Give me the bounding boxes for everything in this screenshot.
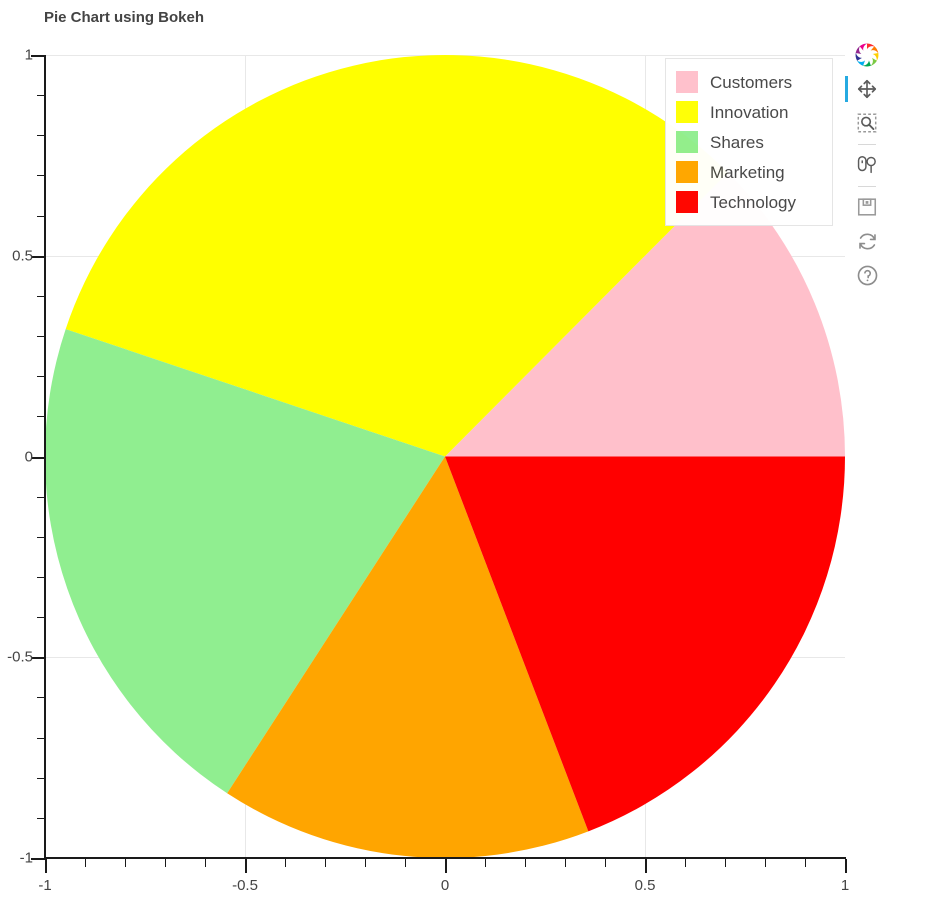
x-axis-minor-tick xyxy=(685,859,686,867)
legend-item[interactable]: Shares xyxy=(676,127,822,157)
x-axis-tick-label: -1 xyxy=(38,877,52,894)
x-axis-minor-tick xyxy=(725,859,726,867)
pan-tool-button[interactable] xyxy=(845,74,882,104)
x-axis-minor-tick xyxy=(765,859,766,867)
x-axis-minor-tick xyxy=(125,859,126,867)
x-axis-minor-tick xyxy=(605,859,606,867)
x-axis-tick-label: 0 xyxy=(440,877,450,894)
y-axis-minor-tick xyxy=(37,295,45,297)
x-axis-minor-tick xyxy=(165,859,166,867)
wheel-zoom-icon xyxy=(857,156,876,174)
legend-item-label: Innovation xyxy=(710,102,789,122)
y-axis-tick-label: -0.5 xyxy=(7,648,33,666)
page-title: Pie Chart using Bokeh xyxy=(44,9,205,26)
x-axis-minor-tick xyxy=(85,859,86,867)
x-axis-tick-label: 0.5 xyxy=(634,877,656,894)
y-axis-minor-tick xyxy=(37,496,45,498)
y-axis-major-tick xyxy=(31,858,45,860)
toolbar-divider xyxy=(858,186,876,187)
y-axis-minor-tick xyxy=(37,175,45,177)
y-axis-minor-tick xyxy=(37,135,45,137)
y-axis-tick-label: 0 xyxy=(24,448,33,465)
legend[interactable]: Customers Innovation Shares Marketing Techno… xyxy=(665,58,833,226)
x-axis-minor-tick xyxy=(805,859,806,867)
x-axis-major-tick xyxy=(845,859,847,873)
box-zoom-tool-button[interactable] xyxy=(852,108,882,138)
bokeh-logo-icon[interactable] xyxy=(854,42,880,68)
legend-swatch xyxy=(676,191,698,213)
y-axis-minor-tick xyxy=(37,376,45,378)
x-axis-major-tick xyxy=(645,859,647,873)
legend-item[interactable]: Technology xyxy=(676,187,822,217)
save-tool-button[interactable] xyxy=(852,192,882,222)
reset-icon xyxy=(858,233,876,249)
legend-swatch xyxy=(676,101,698,123)
help-tool-button[interactable] xyxy=(852,260,882,290)
y-axis-minor-tick xyxy=(37,617,45,619)
y-axis-minor-tick xyxy=(37,817,45,819)
y-axis-minor-tick xyxy=(37,697,45,699)
x-axis-minor-tick xyxy=(565,859,566,867)
toolbar[interactable] xyxy=(845,42,886,294)
legend-swatch xyxy=(676,131,698,153)
y-axis-major-tick xyxy=(31,255,45,258)
save-icon xyxy=(857,198,877,216)
x-axis-major-tick xyxy=(245,859,247,873)
x-axis-minor-tick xyxy=(405,859,406,867)
x-axis-minor-tick xyxy=(485,859,486,867)
y-axis-major-tick xyxy=(31,55,45,57)
x-axis-tick-label: -0.5 xyxy=(232,877,258,894)
legend-item-label: Marketing xyxy=(710,162,785,182)
x-axis-tick-label: 1 xyxy=(840,877,850,894)
y-axis-minor-tick xyxy=(37,336,45,338)
legend-item[interactable]: Customers xyxy=(676,67,822,97)
legend-item[interactable]: Marketing xyxy=(676,157,822,187)
y-axis-major-tick xyxy=(31,456,45,459)
x-axis-minor-tick xyxy=(325,859,326,867)
reset-tool-button[interactable] xyxy=(852,226,882,256)
toolbar-divider xyxy=(858,144,876,145)
legend-swatch xyxy=(676,71,698,93)
legend-item-label: Technology xyxy=(710,192,797,212)
legend-item-label: Shares xyxy=(710,132,764,152)
box-zoom-icon xyxy=(857,113,877,133)
wheel-zoom-tool-button[interactable] xyxy=(852,150,882,180)
x-axis-minor-tick xyxy=(525,859,526,867)
legend-swatch xyxy=(676,161,698,183)
y-axis-tick-label: 1 xyxy=(24,46,33,64)
legend-item[interactable]: Innovation xyxy=(676,97,822,127)
pan-icon xyxy=(857,79,877,99)
y-axis-minor-tick xyxy=(37,416,45,418)
y-axis-major-tick xyxy=(31,657,45,660)
y-axis-tick-label: -1 xyxy=(19,849,33,867)
y-axis-minor-tick xyxy=(37,215,45,217)
y-axis-minor-tick xyxy=(37,737,45,739)
y-axis-tick-label: 0.5 xyxy=(12,247,33,265)
y-axis-minor-tick xyxy=(37,777,45,779)
bokeh-plot-root: Pie Chart using Bokeh 1 0.5 0 -0.5 -1 -1 -0.5 0… xyxy=(0,0,935,915)
y-axis-minor-tick xyxy=(37,576,45,578)
y-axis-minor-tick xyxy=(37,95,45,97)
x-axis-minor-tick xyxy=(365,859,366,867)
help-icon xyxy=(857,265,877,285)
x-axis-minor-tick xyxy=(285,859,286,867)
x-axis-major-tick xyxy=(45,859,47,873)
legend-item-label: Customers xyxy=(710,72,793,92)
x-axis-minor-tick xyxy=(205,859,206,867)
y-axis-minor-tick xyxy=(37,536,45,538)
x-axis-major-tick xyxy=(445,859,447,873)
